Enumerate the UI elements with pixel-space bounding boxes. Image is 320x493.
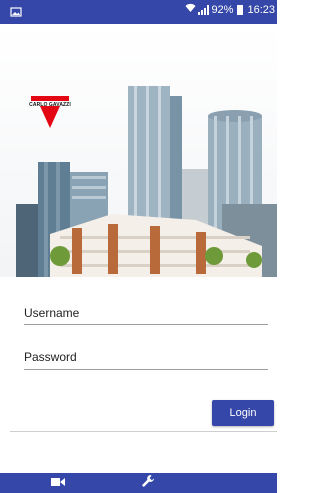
battery-icon: [237, 4, 244, 15]
image-icon: [10, 5, 22, 23]
signal-icon: [198, 4, 210, 15]
hero-image: [0, 24, 277, 277]
wrench-icon: [141, 474, 155, 493]
wifi-icon: [185, 3, 196, 16]
username-label: Username: [24, 306, 80, 320]
video-camera-icon: [51, 474, 65, 492]
nav-camera[interactable]: [38, 473, 78, 493]
nav-settings[interactable]: [128, 473, 168, 493]
password-underline: [24, 369, 268, 370]
password-label: Password: [24, 350, 77, 364]
status-time: 16:23: [247, 3, 275, 16]
username-underline: [24, 324, 268, 325]
password-field[interactable]: Password: [24, 350, 268, 370]
login-button[interactable]: Login: [212, 400, 274, 426]
status-bar: 92% 16:23: [0, 0, 277, 24]
logo-text: CARLO GAVAZZI: [29, 102, 71, 108]
bottom-nav: [0, 473, 277, 493]
username-field[interactable]: Username: [24, 306, 268, 325]
carlo-gavazzi-logo: CARLO GAVAZZI: [28, 96, 72, 128]
battery-percent: 92%: [211, 3, 234, 16]
divider: [10, 431, 277, 432]
